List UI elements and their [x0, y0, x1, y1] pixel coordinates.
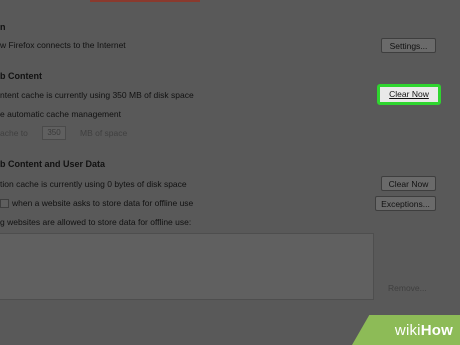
logo-wiki: wiki: [394, 322, 421, 339]
cache-usage-text: ntent cache is currently using 350 MB of…: [0, 90, 194, 100]
offline-usage-text: tion cache is currently using 0 bytes of…: [0, 179, 187, 189]
connection-description: w Firefox connects to the Internet: [0, 40, 126, 50]
allowed-sites-label: g websites are allowed to store data for…: [0, 217, 192, 227]
remove-button[interactable]: Remove...: [388, 283, 427, 293]
connection-heading: n: [0, 22, 6, 32]
wikihow-watermark: wikiHow: [352, 315, 460, 345]
cache-limit-prefix: ache to: [0, 128, 28, 138]
exceptions-button[interactable]: Exceptions...: [375, 196, 436, 211]
clear-cache-button-label: Clear Now: [389, 89, 429, 99]
connection-settings-button[interactable]: Settings...: [381, 38, 436, 53]
clear-offline-button[interactable]: Clear Now: [381, 176, 436, 191]
offline-content-heading: b Content and User Data: [0, 159, 106, 169]
clear-cache-button[interactable]: Clear Now: [377, 84, 441, 105]
override-cache-label[interactable]: e automatic cache management: [0, 109, 121, 119]
wikihow-logo: wikiHow: [395, 322, 453, 339]
offline-sites-list[interactable]: [0, 233, 374, 300]
ask-offline-label[interactable]: when a website asks to store data for of…: [12, 198, 193, 208]
cache-limit-input[interactable]: 350: [42, 126, 66, 140]
ask-offline-checkbox[interactable]: [0, 199, 9, 208]
tab-edge-accent: [90, 0, 200, 2]
cache-limit-suffix: MB of space: [80, 128, 128, 138]
logo-how: How: [420, 322, 453, 339]
cached-content-heading: b Content: [0, 71, 42, 81]
